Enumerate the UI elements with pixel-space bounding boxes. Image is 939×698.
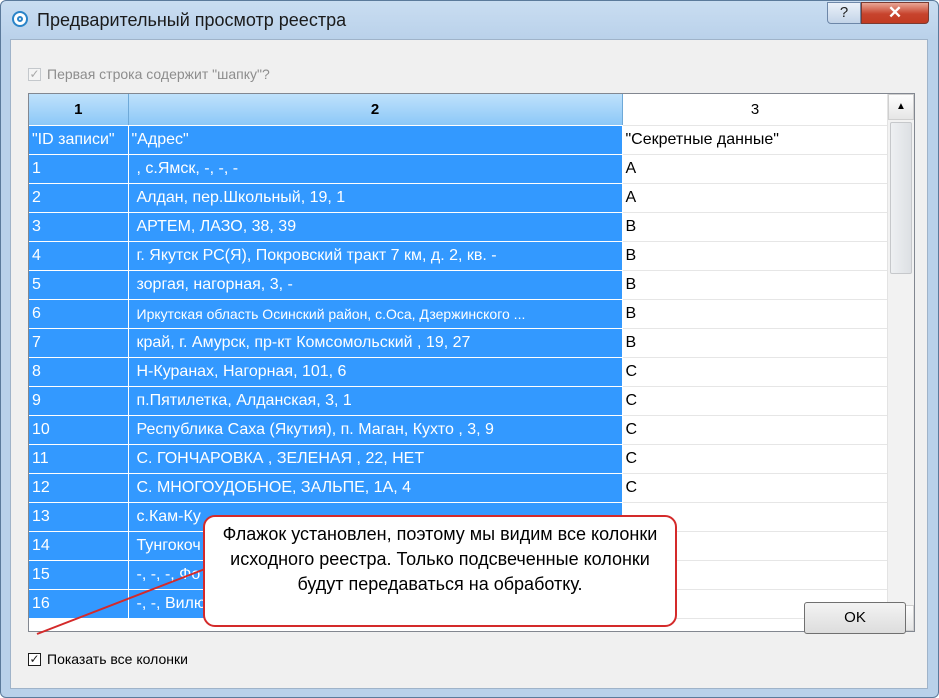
callout-pointer-line — [36, 568, 206, 635]
callout-annotation: Флажок установлен, поэтому мы видим все … — [203, 515, 677, 627]
